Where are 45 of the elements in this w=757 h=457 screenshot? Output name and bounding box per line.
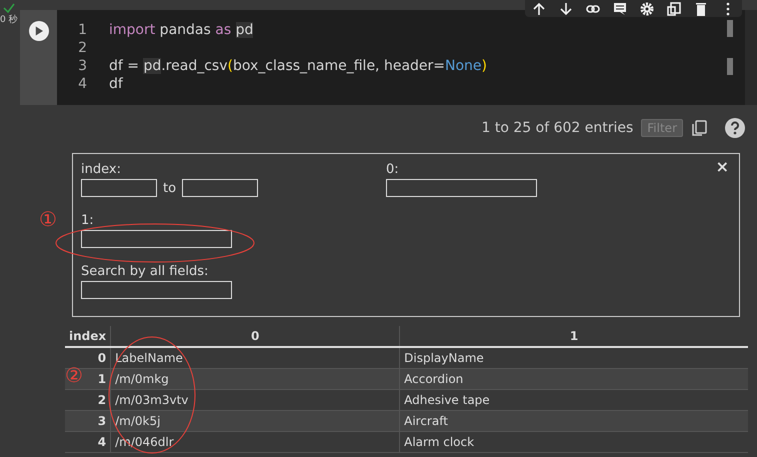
column-header[interactable]: 1 [400,326,748,347]
line-number: 2 [77,39,88,57]
column-header[interactable]: 0 [110,326,400,347]
arrow-down-icon[interactable] [558,2,573,16]
input-field[interactable] [81,230,232,248]
code-line: df [109,75,123,93]
annotation-number: ① [39,209,57,229]
row-index: 3 [65,410,111,432]
input-field[interactable] [182,179,258,197]
input-field[interactable] [386,179,537,197]
field-label: to [163,180,176,196]
settings-icon[interactable] [640,2,654,16]
field-label: Search by all fields: [81,264,208,279]
table-cell: /m/0k5j [110,410,400,432]
arrow-up-icon[interactable] [532,2,546,16]
comment-icon[interactable] [612,2,627,16]
input-field[interactable] [81,179,157,197]
code-line: df = pd.read_csv(box_class_name_file, header=None) [109,57,488,75]
play-icon [34,26,43,36]
column-header[interactable]: index [65,326,111,347]
scroll-marker [727,20,733,37]
field-label: 1: [81,213,94,228]
line-number: 4 [77,75,88,93]
line-number: 1 [77,21,88,39]
table-cell: /m/0mkg [110,368,400,390]
code-line: import pandas as pd [109,21,254,39]
copy-icon[interactable] [691,120,707,136]
field-label: 0: [386,162,399,177]
code-editor[interactable]: 1 import pandas as pd 2 3 df = pd.read_csv(box_class_name_file, header=None) 4 df [57,10,745,105]
line-number: 3 [77,57,88,75]
table-cell: Aircraft [400,410,748,432]
mirror-cell-icon[interactable] [667,2,682,16]
table-cell: Alarm clock [400,432,748,452]
help-icon[interactable] [725,118,745,138]
delete-icon[interactable] [694,2,708,16]
scroll-marker [727,58,733,75]
table-cell: Accordion [400,368,748,390]
row-index: 4 [65,432,111,452]
run-button[interactable] [28,21,48,41]
input-field[interactable] [81,281,232,299]
check-icon [3,3,15,13]
close-button[interactable]: × [716,157,729,176]
execution-time: 0 秒 [0,14,18,26]
entries-count: 1 to 25 of 602 entries [482,120,634,136]
field-label: index: [81,162,121,177]
